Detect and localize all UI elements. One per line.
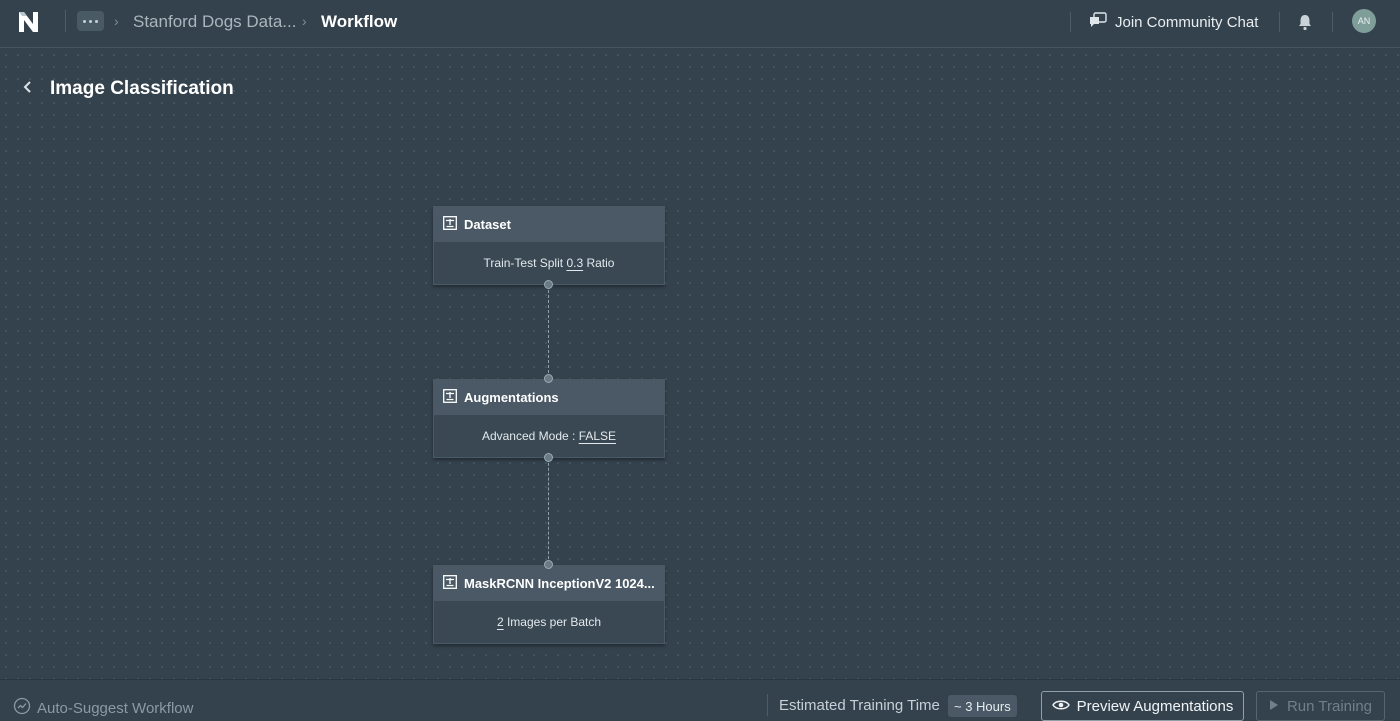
node-body-text: Images per Batch bbox=[503, 615, 602, 629]
bell-icon[interactable] bbox=[1297, 13, 1313, 36]
auto-suggest-label: Auto-Suggest Workflow bbox=[37, 699, 194, 717]
node-body-text: Train-Test Split bbox=[483, 256, 567, 270]
node-augmentations[interactable]: Augmentations Advanced Mode : FALSE bbox=[433, 379, 665, 458]
run-training-button[interactable]: Run Training bbox=[1256, 691, 1385, 721]
join-community-chat-label: Join Community Chat bbox=[1115, 13, 1259, 31]
workflow-canvas[interactable] bbox=[0, 49, 1400, 679]
node-body: Train-Test Split 0.3 Ratio bbox=[434, 242, 664, 284]
node-expand-icon bbox=[443, 216, 457, 233]
breadcrumb-more-button[interactable] bbox=[77, 11, 104, 31]
node-expand-icon bbox=[443, 389, 457, 406]
node-expand-icon bbox=[443, 575, 457, 592]
divider bbox=[1279, 12, 1280, 32]
estimated-training-time-label: Estimated Training Time bbox=[779, 697, 940, 714]
node-body: Advanced Mode : FALSE bbox=[434, 415, 664, 457]
play-icon bbox=[1269, 698, 1279, 715]
chevron-right-icon: › bbox=[114, 13, 119, 29]
node-body-text: Ratio bbox=[583, 256, 615, 270]
node-header: MaskRCNN InceptionV2 1024... bbox=[434, 566, 664, 601]
node-input-port[interactable] bbox=[544, 560, 553, 569]
divider bbox=[1332, 12, 1333, 32]
run-training-label: Run Training bbox=[1286, 697, 1373, 715]
chat-bubbles-icon bbox=[1089, 12, 1107, 32]
split-ratio-value[interactable]: 0.3 bbox=[566, 256, 583, 270]
node-dataset[interactable]: Dataset Train-Test Split 0.3 Ratio bbox=[433, 206, 665, 285]
node-body: 2 Images per Batch bbox=[434, 601, 664, 643]
node-model[interactable]: MaskRCNN InceptionV2 1024... 2 Images pe… bbox=[433, 565, 665, 644]
batch-size-value[interactable]: 2 bbox=[497, 615, 504, 629]
top-bar: › Stanford Dogs Data... › Workflow Join … bbox=[0, 0, 1400, 48]
node-output-port[interactable] bbox=[544, 280, 553, 289]
node-header: Dataset bbox=[434, 207, 664, 242]
preview-augmentations-button[interactable]: Preview Augmentations bbox=[1041, 691, 1244, 721]
divider bbox=[767, 694, 768, 716]
user-avatar[interactable]: AN bbox=[1352, 9, 1376, 33]
breadcrumb-current: Workflow bbox=[321, 12, 398, 31]
eye-icon bbox=[1051, 698, 1070, 715]
node-title: MaskRCNN InceptionV2 1024... bbox=[464, 576, 655, 591]
node-body-text: Advanced Mode : bbox=[481, 429, 579, 443]
node-input-port[interactable] bbox=[544, 374, 553, 383]
sparkle-icon bbox=[13, 697, 31, 719]
join-community-chat-button[interactable]: Join Community Chat bbox=[1089, 11, 1258, 33]
bottom-bar: Auto-Suggest Workflow Estimated Training… bbox=[0, 679, 1400, 721]
node-title: Dataset bbox=[464, 217, 511, 232]
divider bbox=[65, 10, 66, 32]
node-header: Augmentations bbox=[434, 380, 664, 415]
connector-line bbox=[548, 285, 550, 378]
advanced-mode-value[interactable]: FALSE bbox=[579, 429, 616, 443]
connector-line bbox=[548, 458, 550, 564]
divider bbox=[1070, 12, 1071, 32]
app-logo-icon[interactable] bbox=[17, 11, 41, 33]
preview-augmentations-label: Preview Augmentations bbox=[1076, 697, 1234, 715]
node-output-port[interactable] bbox=[544, 453, 553, 462]
breadcrumb-dataset-link[interactable]: Stanford Dogs Data... bbox=[133, 12, 296, 32]
auto-suggest-workflow-button[interactable]: Auto-Suggest Workflow bbox=[13, 697, 193, 719]
node-title: Augmentations bbox=[464, 390, 559, 405]
estimated-training-time-value: ~ 3 Hours bbox=[948, 695, 1017, 717]
page-header: Image Classification bbox=[22, 78, 234, 100]
back-chevron-icon[interactable] bbox=[22, 80, 34, 99]
chevron-right-icon: › bbox=[302, 13, 307, 29]
page-title: Image Classification bbox=[50, 78, 234, 99]
